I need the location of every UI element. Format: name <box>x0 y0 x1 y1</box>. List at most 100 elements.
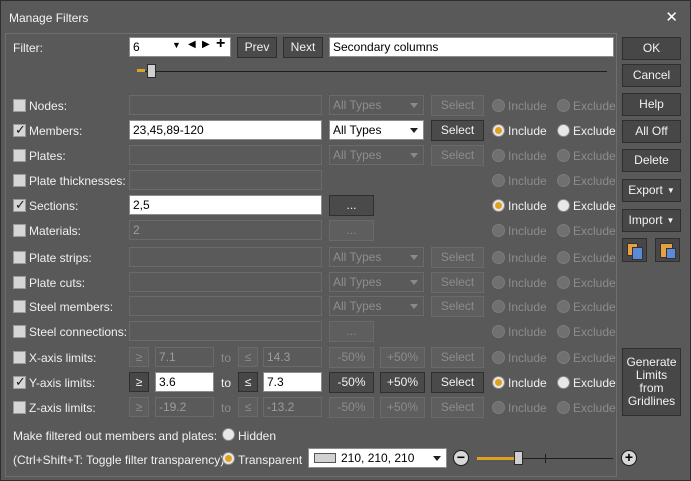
z-axis-plus-50-button[interactable]: +50% <box>380 397 425 418</box>
y-axis-exclude-radio[interactable] <box>557 376 570 389</box>
y-axis-plus-50-button[interactable]: +50% <box>380 372 425 393</box>
x-axis-ge-button[interactable]: ≥ <box>129 347 149 367</box>
plate-strips-checkbox[interactable] <box>13 251 26 264</box>
members-select-button[interactable]: Select <box>431 120 484 141</box>
paste-filter-button[interactable] <box>655 238 680 262</box>
sections-include-radio[interactable] <box>492 199 505 212</box>
plate-thicknesses-include-radio[interactable] <box>492 174 505 187</box>
plates-checkbox[interactable] <box>13 149 26 162</box>
plates-type-combo[interactable]: All Types <box>329 145 424 165</box>
plate-cuts-select-button[interactable]: Select <box>431 272 484 293</box>
filter-number-combo[interactable]: 6 ▼ ◀ ▶ + <box>129 37 231 57</box>
next-arrow-icon[interactable]: ▶ <box>202 39 210 50</box>
ok-button[interactable]: OK <box>622 37 681 60</box>
increase-transparency-icon[interactable]: + <box>621 450 637 466</box>
z-axis-min-input[interactable]: -19.2 <box>155 397 214 417</box>
y-axis-minus-50-button[interactable]: -50% <box>329 372 374 393</box>
close-icon[interactable]: ✕ <box>665 8 678 26</box>
filter-slider-thumb[interactable] <box>147 64 157 78</box>
plates-exclude-radio[interactable] <box>557 149 570 162</box>
nodes-input[interactable] <box>129 95 322 115</box>
sections-input[interactable]: 2,5 <box>129 195 322 215</box>
x-axis-le-button[interactable]: ≤ <box>238 347 258 367</box>
transparent-radio[interactable] <box>222 452 235 465</box>
all-off-button[interactable]: All Off <box>622 120 681 143</box>
next-button[interactable]: Next <box>283 37 323 58</box>
y-axis-ge-button[interactable]: ≥ <box>129 372 149 392</box>
members-type-combo[interactable]: All Types <box>329 120 424 140</box>
plates-include-radio[interactable] <box>492 149 505 162</box>
plate-strips-input[interactable] <box>129 247 322 267</box>
dropdown-arrow-icon[interactable]: ▼ <box>172 40 181 50</box>
nodes-exclude-radio[interactable] <box>557 99 570 112</box>
x-axis-checkbox[interactable] <box>13 351 26 364</box>
plate-cuts-include-radio[interactable] <box>492 276 505 289</box>
steel-members-checkbox[interactable] <box>13 300 26 313</box>
steel-connections-input[interactable] <box>129 321 322 341</box>
x-axis-select-button[interactable]: Select <box>431 347 484 368</box>
z-axis-checkbox[interactable] <box>13 401 26 414</box>
prev-button[interactable]: Prev <box>237 37 277 58</box>
plate-strips-exclude-radio[interactable] <box>557 251 570 264</box>
plates-input[interactable] <box>129 145 322 165</box>
members-include-radio[interactable] <box>492 124 505 137</box>
z-axis-exclude-radio[interactable] <box>557 401 570 414</box>
members-input[interactable]: 23,45,89-120 <box>129 120 322 140</box>
steel-connections-exclude-radio[interactable] <box>557 325 570 338</box>
nodes-type-combo[interactable]: All Types <box>329 95 424 115</box>
steel-members-type-combo[interactable]: All Types <box>329 296 424 316</box>
steel-connections-include-radio[interactable] <box>492 325 505 338</box>
y-axis-le-button[interactable]: ≤ <box>238 372 258 392</box>
hidden-radio[interactable] <box>222 428 235 441</box>
color-combo[interactable]: 210, 210, 210 <box>308 448 447 468</box>
z-axis-include-radio[interactable] <box>492 401 505 414</box>
plate-thicknesses-input[interactable] <box>129 170 322 190</box>
help-button[interactable]: Help <box>622 93 681 116</box>
plate-thicknesses-exclude-radio[interactable] <box>557 174 570 187</box>
steel-members-exclude-radio[interactable] <box>557 300 570 313</box>
x-axis-plus-50-button[interactable]: +50% <box>380 347 425 368</box>
plate-cuts-type-combo[interactable]: All Types <box>329 272 424 292</box>
delete-button[interactable]: Delete <box>622 149 681 172</box>
steel-connections-browse-button[interactable]: ... <box>329 321 374 342</box>
materials-checkbox[interactable] <box>13 224 26 237</box>
materials-include-radio[interactable] <box>492 224 505 237</box>
sections-browse-button[interactable]: ... <box>329 195 374 216</box>
steel-members-include-radio[interactable] <box>492 300 505 313</box>
sections-checkbox[interactable] <box>13 197 26 213</box>
plate-cuts-exclude-radio[interactable] <box>557 276 570 289</box>
filter-name-input[interactable]: Secondary columns <box>329 37 614 57</box>
y-axis-min-input[interactable]: 3.6 <box>155 372 214 392</box>
nodes-include-radio[interactable] <box>492 99 505 112</box>
sections-exclude-radio[interactable] <box>557 199 570 212</box>
x-axis-min-input[interactable]: 7.1 <box>155 347 214 367</box>
x-axis-include-radio[interactable] <box>492 351 505 364</box>
members-exclude-radio[interactable] <box>557 124 570 137</box>
y-axis-max-input[interactable]: 7.3 <box>263 372 322 392</box>
z-axis-minus-50-button[interactable]: -50% <box>329 397 374 418</box>
z-axis-ge-button[interactable]: ≥ <box>129 397 149 417</box>
z-axis-le-button[interactable]: ≤ <box>238 397 258 417</box>
plate-strips-include-radio[interactable] <box>492 251 505 264</box>
x-axis-exclude-radio[interactable] <box>557 351 570 364</box>
copy-filter-button[interactable] <box>622 238 647 262</box>
x-axis-max-input[interactable]: 14.3 <box>263 347 322 367</box>
plate-strips-type-combo[interactable]: All Types <box>329 247 424 267</box>
y-axis-select-button[interactable]: Select <box>431 372 484 393</box>
generate-limits-button[interactable]: Generate Limits from Gridlines <box>622 348 681 416</box>
y-axis-checkbox[interactable] <box>13 374 26 390</box>
x-axis-minus-50-button[interactable]: -50% <box>329 347 374 368</box>
plate-thicknesses-checkbox[interactable] <box>13 174 26 187</box>
materials-input[interactable]: 2 <box>129 220 322 240</box>
y-axis-include-radio[interactable] <box>492 376 505 389</box>
transparency-slider-thumb[interactable] <box>513 451 523 465</box>
z-axis-max-input[interactable]: -13.2 <box>263 397 322 417</box>
members-checkbox[interactable] <box>13 122 26 138</box>
filter-slider-track[interactable] <box>137 71 607 72</box>
import-button[interactable]: Import ▼ <box>622 209 681 232</box>
materials-exclude-radio[interactable] <box>557 224 570 237</box>
plate-strips-select-button[interactable]: Select <box>431 247 484 268</box>
steel-members-input[interactable] <box>129 296 322 316</box>
decrease-transparency-icon[interactable]: − <box>453 450 469 466</box>
nodes-checkbox[interactable] <box>13 99 26 112</box>
